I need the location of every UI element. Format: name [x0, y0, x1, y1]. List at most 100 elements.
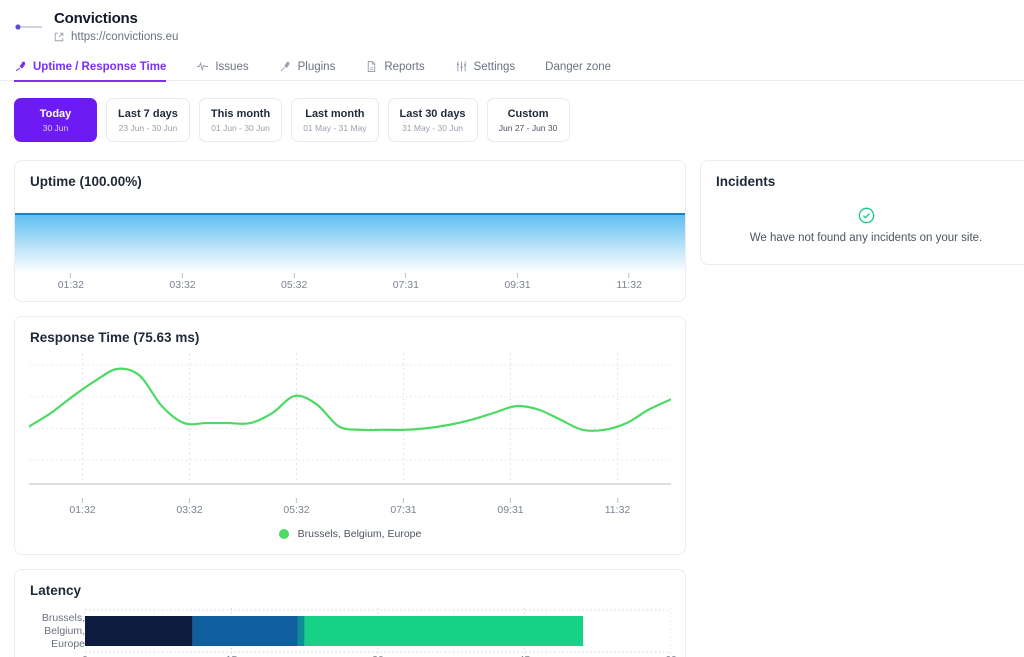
tab-label: Uptime / Response Time: [33, 60, 167, 73]
axis-tick-label: 09:31: [504, 279, 531, 291]
uptime-line: [15, 213, 685, 215]
axis-tick-label: 05:32: [281, 279, 308, 291]
latency-plot-area: 015304560: [82, 608, 677, 657]
axis-tick: 05:32: [283, 498, 310, 516]
range-button-last-30-days[interactable]: Last 30 days 31 May - 30 Jun: [387, 98, 478, 142]
axis-tick-label: 01:32: [57, 279, 84, 291]
range-sublabel: 31 May - 30 Jun: [402, 122, 464, 133]
axis-tick-mark: [70, 273, 72, 278]
right-column: Incidents We have not found any incident…: [700, 160, 1024, 265]
tab-label: Plugins: [297, 60, 336, 73]
axis-tick-mark: [510, 498, 511, 503]
response-time-chart[interactable]: [15, 345, 685, 498]
range-button-today[interactable]: Today 30 Jun: [14, 98, 97, 142]
axis-tick: 03:32: [176, 498, 203, 516]
axis-tick: 09:31: [497, 498, 524, 516]
range-label: Custom: [507, 107, 549, 120]
document-icon: [368, 60, 376, 73]
axis-tick-mark: [628, 273, 630, 278]
axis-tick: 11:32: [616, 273, 642, 291]
uptime-x-axis: 01:32 03:32 05:32 07:31 09:31 11:32: [15, 273, 685, 301]
response-time-title: Response Time (75.63 ms): [30, 330, 200, 345]
tab-danger-zone[interactable]: Danger zone: [545, 53, 627, 81]
tab-issues[interactable]: Issues: [196, 53, 264, 81]
pulse-icon: [197, 61, 209, 72]
tab-label: Danger zone: [545, 60, 612, 73]
tab-uptime-response-time[interactable]: Uptime / Response Time: [14, 53, 182, 82]
incidents-message: We have not found any incidents on your …: [749, 232, 983, 244]
main-content: Uptime (100.00%) 01:32 03:32 05:32 07:31 09:…: [0, 142, 1024, 657]
axis-tick: 11:32: [604, 498, 631, 516]
axis-tick-label: 07:31: [390, 504, 417, 516]
uptime-plot-area: [15, 213, 685, 273]
axis-tick-mark: [405, 273, 407, 278]
latency-segment-tcp: [192, 616, 298, 646]
tab-reports[interactable]: Reports: [365, 53, 440, 81]
axis-tick: 07:31: [393, 273, 419, 291]
rocket-icon: [15, 61, 26, 72]
incidents-title: Incidents: [716, 174, 776, 189]
sliders-icon: [456, 61, 466, 72]
tab-plugins[interactable]: Plugins: [279, 53, 352, 81]
range-label: Today: [39, 107, 72, 120]
range-label: Last 30 days: [399, 107, 466, 120]
date-range-selector: Today 30 Jun Last 7 days 23 Jun - 30 Jun…: [0, 81, 1024, 142]
latency-title: Latency: [30, 583, 82, 598]
incidents-body: We have not found any incidents on your …: [701, 189, 1024, 264]
range-sublabel: Jun 27 - Jun 30: [498, 122, 558, 133]
uptime-title: Uptime (100.00%): [30, 174, 142, 189]
range-button-this-month[interactable]: This month 01 Jun - 30 Jun: [198, 98, 283, 142]
page-title: Convictions: [54, 10, 138, 27]
axis-tick-mark: [296, 498, 297, 503]
range-button-last-month[interactable]: Last month 01 May - 31 May: [291, 98, 379, 142]
tab-settings[interactable]: Settings: [455, 53, 532, 81]
legend-color-dot: [278, 529, 289, 539]
legend-label: Brussels, Belgium, Europe: [297, 528, 422, 540]
response-time-x-axis: 01:32 03:32 05:32 07:31 09:31 11:32: [29, 498, 671, 526]
axis-tick-mark: [403, 498, 404, 503]
axis-tick-label: 05:32: [283, 504, 310, 516]
axis-tick-label: 07:31: [392, 279, 419, 291]
axis-tick-label: 03:32: [176, 504, 203, 516]
external-link-icon: [54, 32, 64, 42]
range-sublabel: 30 Jun: [42, 122, 69, 133]
range-label: Last month: [305, 107, 365, 120]
axis-tick-label: 01:32: [69, 504, 96, 516]
axis-tick: 01:32: [58, 273, 84, 291]
site-logo-icon: [15, 24, 42, 30]
check-circle-icon: [858, 207, 874, 224]
latency-card: Latency Brussels, Belgium, Europe 015304…: [14, 569, 686, 657]
axis-tick-mark: [517, 273, 518, 278]
tab-label: Settings: [473, 60, 516, 73]
range-label: Last 7 days: [118, 107, 178, 120]
latency-segment-first-byte: [304, 616, 584, 646]
uptime-chart[interactable]: 01:32 03:32 05:32 07:31 09:31 11:32: [15, 189, 685, 301]
range-button-custom[interactable]: Custom Jun 27 - Jun 30: [486, 98, 570, 142]
site-url-row[interactable]: https://convictions.eu: [54, 30, 178, 44]
site-logo: [14, 14, 44, 40]
page-header: Convictions https://convictions.eu: [0, 0, 1024, 44]
latency-segment-tls: [297, 616, 305, 646]
axis-tick-label: 11:32: [604, 504, 631, 516]
response-time-plot: [29, 353, 671, 485]
axis-tick-mark: [82, 498, 83, 503]
incidents-card: Incidents We have not found any incident…: [700, 160, 1024, 265]
range-sublabel: 01 May - 31 May: [303, 122, 367, 133]
axis-tick: 07:31: [390, 498, 417, 516]
axis-tick-label: 09:31: [497, 504, 524, 516]
latency-chart[interactable]: Brussels, Belgium, Europe 015304560: [15, 598, 685, 657]
range-label: This month: [210, 107, 271, 120]
range-button-last-7-days[interactable]: Last 7 days 23 Jun - 30 Jun: [106, 98, 190, 142]
latency-row-label: Brussels, Belgium, Europe: [41, 612, 85, 650]
latency-bar: [85, 608, 671, 654]
axis-tick: 03:32: [169, 273, 196, 291]
axis-tick-label: 03:32: [169, 279, 196, 291]
response-time-legend[interactable]: Brussels, Belgium, Europe: [15, 526, 685, 554]
plug-icon: [280, 61, 289, 72]
axis-tick: 01:32: [69, 498, 96, 516]
axis-tick-mark: [189, 498, 190, 503]
axis-tick-mark: [617, 498, 618, 503]
axis-tick-mark: [182, 273, 183, 278]
left-column: Uptime (100.00%) 01:32 03:32 05:32 07:31 09:…: [14, 160, 686, 657]
latency-segment-dns: [85, 616, 193, 646]
